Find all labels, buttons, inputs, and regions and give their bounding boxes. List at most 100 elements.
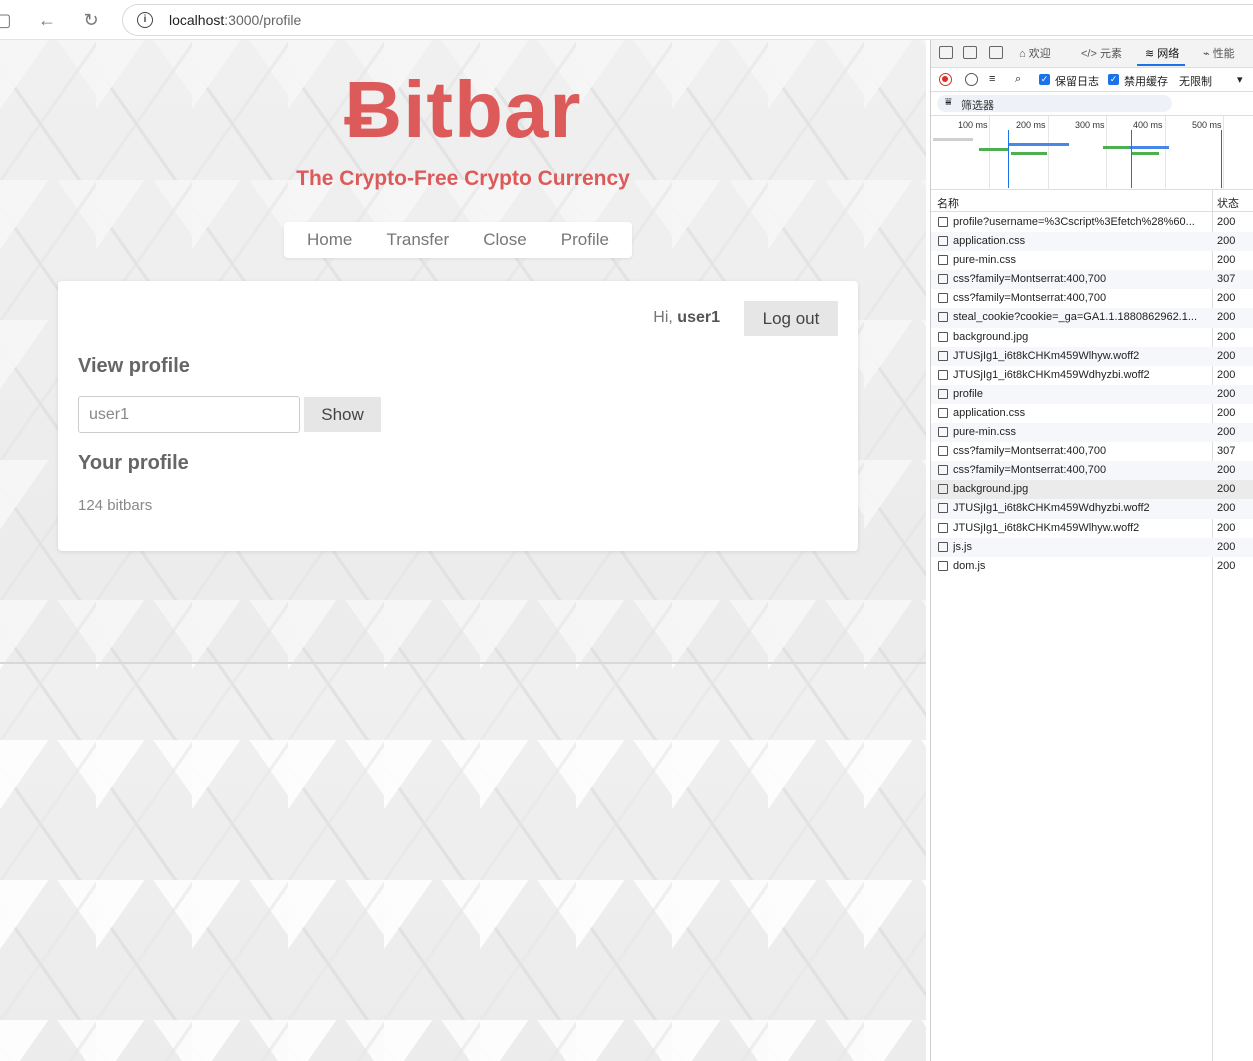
site-info-icon[interactable]: i bbox=[137, 12, 153, 28]
request-status: 200 bbox=[1217, 406, 1236, 419]
request-row[interactable]: js.js 200 bbox=[931, 537, 1253, 557]
timeline-tick: 400 ms bbox=[1133, 120, 1163, 130]
column-status[interactable]: 状态 bbox=[1217, 195, 1239, 211]
request-status: 200 bbox=[1217, 387, 1236, 400]
request-type-icon bbox=[938, 236, 948, 247]
tab-performance[interactable]: ⌁ 性能 bbox=[1203, 45, 1235, 61]
show-button[interactable]: Show bbox=[304, 397, 381, 432]
request-row[interactable]: JTUSjIg1_i6t8kCHKm459Wlhyw.woff2 200 bbox=[931, 519, 1253, 538]
request-row[interactable]: dom.js 200 bbox=[931, 557, 1253, 576]
timeline-bar bbox=[1103, 146, 1131, 149]
tab-network[interactable]: ≋ 网络 bbox=[1136, 45, 1186, 66]
request-row[interactable]: css?family=Montserrat:400,700 307 bbox=[931, 442, 1253, 461]
timeline-tick: 300 ms bbox=[1075, 120, 1105, 130]
request-name: JTUSjIg1_i6t8kCHKm459Wlhyw.woff2 bbox=[953, 349, 1140, 362]
request-status: 200 bbox=[1217, 559, 1236, 572]
browser-toolbar: ▢ ← ↻ i localhost:3000/profile bbox=[0, 0, 1253, 40]
tab-welcome[interactable]: ⌂ 欢迎 bbox=[1019, 45, 1051, 61]
tab-actions-icon[interactable]: ▢ bbox=[0, 9, 14, 31]
request-type-icon bbox=[938, 369, 948, 380]
your-profile-heading: Your profile bbox=[78, 452, 189, 474]
request-name: css?family=Montserrat:400,700 bbox=[953, 273, 1107, 286]
tab-elements[interactable]: </> 元素 bbox=[1081, 45, 1122, 61]
request-name: css?family=Montserrat:400,700 bbox=[953, 445, 1107, 458]
dom-content-loaded-marker bbox=[1131, 130, 1132, 188]
request-row[interactable]: application.css 200 bbox=[931, 232, 1253, 252]
request-status: 200 bbox=[1217, 464, 1236, 477]
user-greeting: Hi, user1 bbox=[653, 309, 720, 327]
profile-card: Hi, user1 Log out View profile Show Your… bbox=[58, 281, 858, 551]
request-row[interactable]: steal_cookie?cookie=_ga=GA1.1.1880862962… bbox=[931, 308, 1253, 328]
nav-profile[interactable]: Profile bbox=[561, 230, 609, 250]
request-row[interactable]: JTUSjIg1_i6t8kCHKm459Wdhyzbi.woff2 200 bbox=[931, 499, 1253, 519]
timeline-bar bbox=[1131, 152, 1159, 155]
request-row[interactable]: background.jpg 200 bbox=[931, 480, 1253, 500]
timeline-bar bbox=[1011, 152, 1047, 155]
address-url[interactable]: localhost:3000/profile bbox=[169, 12, 301, 28]
request-row[interactable]: JTUSjIg1_i6t8kCHKm459Wlhyw.woff2 200 bbox=[931, 346, 1253, 366]
request-row[interactable]: profile?username=%3Cscript%3Efetch%28%60… bbox=[931, 213, 1253, 232]
request-row[interactable]: application.css 200 bbox=[931, 404, 1253, 423]
request-type-icon bbox=[938, 293, 948, 304]
dock-icon[interactable] bbox=[989, 46, 1003, 59]
disable-cache-checkbox[interactable]: ✓ bbox=[1108, 74, 1119, 85]
filter-toggle-icon[interactable]: ≡ bbox=[989, 73, 995, 85]
timeline-tick: 500 ms bbox=[1192, 120, 1222, 130]
clear-icon[interactable] bbox=[965, 73, 978, 86]
request-row[interactable]: css?family=Montserrat:400,700 200 bbox=[931, 461, 1253, 481]
main-nav: Home Transfer Close Profile bbox=[284, 222, 632, 258]
logout-button[interactable]: Log out bbox=[744, 301, 838, 336]
preserve-log-checkbox[interactable]: ✓ bbox=[1039, 74, 1050, 85]
reload-icon[interactable]: ↻ bbox=[80, 9, 102, 31]
column-name[interactable]: 名称 bbox=[937, 195, 959, 211]
back-icon[interactable]: ← bbox=[36, 9, 58, 31]
request-row[interactable]: pure-min.css 200 bbox=[931, 251, 1253, 270]
request-row[interactable]: JTUSjIg1_i6t8kCHKm459Wdhyzbi.woff2 200 bbox=[931, 366, 1253, 385]
record-icon[interactable] bbox=[939, 73, 952, 86]
filter-label: 筛选器 bbox=[961, 100, 994, 112]
page-fold-divider bbox=[0, 662, 926, 664]
tab-welcome-label: 欢迎 bbox=[1028, 48, 1051, 60]
request-status: 200 bbox=[1217, 483, 1236, 496]
username-input[interactable] bbox=[78, 396, 300, 433]
request-type-icon bbox=[938, 217, 948, 227]
request-row[interactable]: profile 200 bbox=[931, 384, 1253, 404]
nav-close[interactable]: Close bbox=[483, 230, 526, 250]
device-toggle-icon[interactable] bbox=[963, 46, 977, 59]
site-logo: Ƀitbar bbox=[344, 65, 582, 154]
search-icon[interactable]: ⌕ bbox=[1015, 73, 1021, 86]
request-name: application.css bbox=[953, 235, 1026, 248]
nav-home[interactable]: Home bbox=[307, 230, 352, 250]
request-name: css?family=Montserrat:400,700 bbox=[953, 292, 1107, 305]
address-bar[interactable]: i localhost:3000/profile bbox=[122, 4, 1253, 36]
request-name: profile bbox=[953, 387, 983, 400]
timeline-tick: 100 ms bbox=[958, 120, 988, 130]
request-status: 307 bbox=[1217, 273, 1236, 286]
inspect-icon[interactable] bbox=[939, 46, 953, 59]
url-host: localhost bbox=[169, 12, 225, 28]
request-type-icon bbox=[938, 350, 948, 361]
request-row[interactable]: pure-min.css 200 bbox=[931, 423, 1253, 443]
preserve-log-label: 保留日志 bbox=[1055, 76, 1099, 88]
disable-cache-label: 禁用缓存 bbox=[1124, 76, 1168, 88]
timeline-bar bbox=[979, 148, 1009, 151]
request-name: dom.js bbox=[953, 559, 986, 572]
timeline-gridline bbox=[1165, 116, 1166, 190]
request-row[interactable]: background.jpg 200 bbox=[931, 328, 1253, 347]
request-name: JTUSjIg1_i6t8kCHKm459Wlhyw.woff2 bbox=[953, 521, 1140, 534]
bitbar-balance: 124 bitbars bbox=[78, 497, 153, 514]
request-name: pure-min.css bbox=[953, 254, 1016, 267]
request-status: 307 bbox=[1217, 445, 1236, 458]
request-name: js.js bbox=[953, 540, 972, 553]
chevron-down-icon[interactable]: ▾ bbox=[1237, 73, 1243, 86]
request-status: 200 bbox=[1217, 502, 1236, 515]
throttling-select[interactable]: 无限制 bbox=[1179, 73, 1212, 89]
nav-transfer[interactable]: Transfer bbox=[386, 230, 449, 250]
request-type-icon bbox=[938, 312, 948, 323]
request-status: 200 bbox=[1217, 292, 1236, 305]
devtools-panel: ⌂ 欢迎 </> 元素 ≋ 网络 ⌁ 性能 ≡ ⌕ ✓ 保留日志 ✓ 禁用缓存 … bbox=[930, 40, 1253, 1061]
network-overview-timeline[interactable]: 100 ms 200 ms 300 ms 400 ms 500 ms bbox=[931, 116, 1253, 190]
request-row[interactable]: css?family=Montserrat:400,700 200 bbox=[931, 289, 1253, 308]
request-name: css?family=Montserrat:400,700 bbox=[953, 464, 1107, 477]
request-row[interactable]: css?family=Montserrat:400,700 307 bbox=[931, 270, 1253, 290]
